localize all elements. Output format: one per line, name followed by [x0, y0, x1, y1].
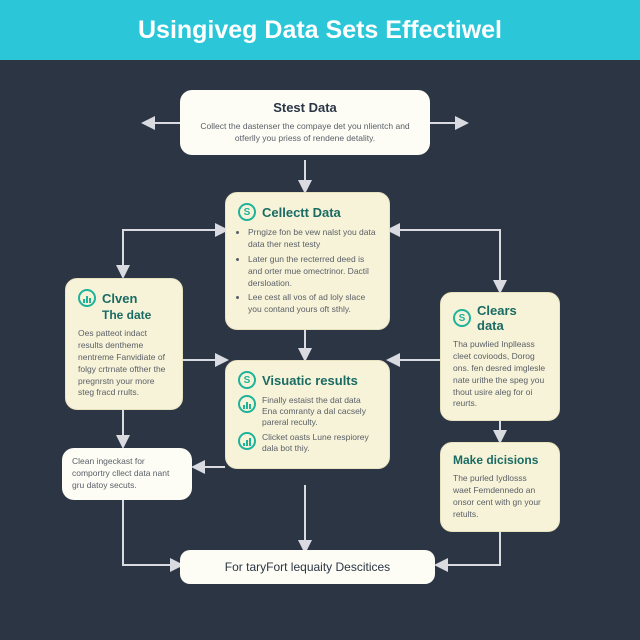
node-title: S Visuatic results — [238, 371, 377, 389]
visual-l1-text: Finally estaist the dat data Ena comrant… — [262, 395, 377, 428]
node-clean-ingeckast: Clean ingeckast for comportry cllect dat… — [62, 448, 192, 500]
collect-bullets: Prngize fon be vew nalst you data data t… — [248, 227, 377, 316]
dollar-icon: S — [238, 203, 256, 221]
node-clears: S Clears data Tha puwlied Inplleass clee… — [440, 292, 560, 421]
node-footer: For taryFort lequaity Descitices — [180, 550, 435, 584]
node-collect-data: S Cellectt Data Prngize fon be vew nalst… — [225, 192, 390, 330]
node-clven: Clven The date Oes patteot indact result… — [65, 278, 183, 410]
clears-body: Tha puwlied Inplleass cleet covioods, Do… — [453, 339, 547, 410]
dollar-icon: S — [453, 309, 471, 327]
node-make-decisions: Make dicisions The purled Iydlosss waet … — [440, 442, 560, 532]
make-body: The purled Iydlosss waet Femdennedo an o… — [453, 473, 547, 521]
visual-title-text: Visuatic results — [262, 373, 358, 388]
node-title: Stest Data — [192, 100, 418, 115]
header-title: Usingiveg Data Sets Effectiwel — [138, 16, 502, 45]
page-header: Usingiveg Data Sets Effectiwel — [0, 0, 640, 60]
stest-title-text: Stest Data — [273, 100, 337, 115]
visual-l2-text: Clicket oasts Lune respiorey dala bot th… — [262, 432, 377, 454]
node-title: S Cellectt Data — [238, 203, 377, 221]
clven-body: Oes patteot indact results dentheme nent… — [78, 328, 170, 399]
collect-title-text: Cellectt Data — [262, 205, 341, 220]
bullet-3: Lee cest all vos of ad loly slace you co… — [248, 292, 377, 316]
flowchart-canvas: Stest Data Collect the dastenser the com… — [0, 60, 640, 640]
visual-line-1: Finally estaist the dat data Ena comrant… — [238, 395, 377, 428]
bars-icon — [238, 395, 256, 413]
clean2-body: Clean ingeckast for comportry cllect dat… — [72, 456, 182, 492]
clven-subtitle: The date — [102, 308, 170, 322]
make-title-text: Make dicisions — [453, 453, 538, 467]
footer-label: For taryFort lequaity Descitices — [225, 560, 390, 574]
node-title: Clven — [78, 289, 170, 307]
node-title: S Clears data — [453, 303, 547, 333]
clven-title-text: Clven — [102, 291, 137, 306]
bullet-2: Later gun the recterred deed is and orte… — [248, 254, 377, 290]
visual-line-2: Clicket oasts Lune respiorey dala bot th… — [238, 432, 377, 454]
chart-icon — [238, 432, 256, 450]
dollar-icon: S — [238, 371, 256, 389]
node-title: Make dicisions — [453, 453, 547, 467]
clears-title-text: Clears data — [477, 303, 547, 333]
stest-body: Collect the dastenser the compaye det yo… — [192, 121, 418, 145]
node-stest-data: Stest Data Collect the dastenser the com… — [180, 90, 430, 155]
node-visual: S Visuatic results Finally estaist the d… — [225, 360, 390, 469]
bars-icon — [78, 289, 96, 307]
bullet-1: Prngize fon be vew nalst you data data t… — [248, 227, 377, 251]
